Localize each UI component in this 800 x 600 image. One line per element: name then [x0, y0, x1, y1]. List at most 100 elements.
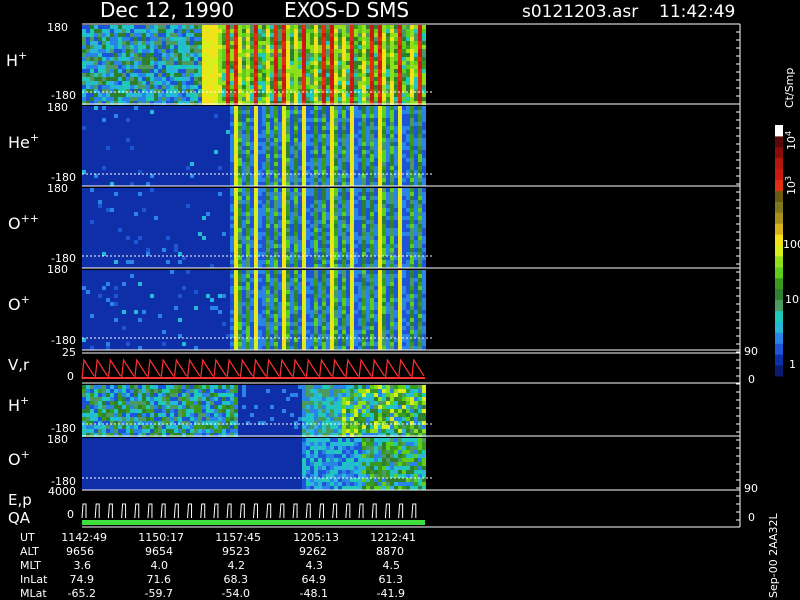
heatmap-cell: [150, 188, 154, 192]
heatmap-cell: [218, 212, 222, 216]
heatmap-cell: [238, 53, 242, 57]
heatmap-cell: [218, 69, 222, 73]
heatmap-cell: [150, 174, 154, 178]
heatmap-cell: [130, 73, 134, 77]
heatmap-cell: [206, 174, 210, 178]
heatmap-cell: [266, 174, 270, 178]
heatmap-cell: [150, 182, 154, 186]
heatmap-cell: [374, 174, 378, 178]
heatmap-cell: [106, 240, 110, 244]
heatmap-cell: [354, 134, 358, 138]
heatmap-cell: [134, 53, 138, 57]
heatmap-cell: [334, 25, 338, 29]
heatmap-cell: [182, 162, 186, 166]
heatmap-cell: [218, 204, 222, 208]
heatmap-cell: [118, 122, 122, 126]
heatmap-cell: [214, 61, 218, 65]
heatmap-cell: [150, 154, 154, 158]
heatmap-cell: [326, 146, 330, 150]
heatmap-cell: [110, 49, 114, 53]
heatmap-cell: [134, 256, 138, 260]
heatmap-cell: [298, 228, 302, 232]
heatmap-cell: [346, 57, 350, 61]
heatmap-cell: [206, 224, 210, 228]
heatmap-cell: [382, 65, 386, 69]
heatmap-cell: [326, 25, 330, 29]
heatmap-cell: [158, 29, 162, 33]
heatmap-cell: [110, 166, 114, 170]
heatmap-cell: [274, 138, 278, 142]
heatmap-cell: [174, 25, 178, 29]
heatmap-cell: [110, 158, 114, 162]
heatmap-cell: [410, 57, 414, 61]
heatmap-cell: [322, 256, 326, 260]
heatmap-cell: [242, 204, 246, 208]
heatmap-cell: [286, 110, 290, 114]
heatmap-cell: [118, 216, 122, 220]
heatmap-cell: [370, 93, 374, 97]
heatmap-cell: [222, 216, 226, 220]
heatmap-cell: [354, 81, 358, 85]
heatmap-cell: [214, 97, 218, 101]
heatmap-cell: [334, 154, 338, 158]
heatmap-cell: [238, 61, 242, 65]
heatmap-cell: [374, 228, 378, 232]
heatmap-cell: [318, 212, 322, 216]
heatmap-cell: [390, 93, 394, 97]
heatmap-cell: [254, 196, 258, 200]
heatmap-cell: [114, 49, 118, 53]
heatmap-cell: [182, 224, 186, 228]
heatmap-cell: [262, 25, 266, 29]
heatmap-cell: [302, 244, 306, 248]
heatmap-cell: [366, 204, 370, 208]
heatmap-cell: [210, 158, 214, 162]
heatmap-cell: [266, 110, 270, 114]
heatmap-cell: [218, 236, 222, 240]
heatmap-cell: [302, 192, 306, 196]
heatmap-cell: [202, 260, 206, 264]
heatmap-cell: [186, 81, 190, 85]
heatmap-cell: [374, 126, 378, 130]
heatmap-cell: [278, 240, 282, 244]
heatmap-cell: [362, 224, 366, 228]
heatmap-cell: [142, 208, 146, 212]
heatmap-cell: [294, 61, 298, 65]
heatmap-cell: [226, 142, 230, 146]
heatmap-cell: [190, 182, 194, 186]
heatmap-cell: [186, 41, 190, 45]
heatmap-cell: [346, 216, 350, 220]
heatmap-cell: [178, 73, 182, 77]
heatmap-cell: [194, 256, 198, 260]
heatmap-cell: [298, 142, 302, 146]
heatmap-cell: [122, 188, 126, 192]
heatmap-cell: [382, 154, 386, 158]
heatmap-cell: [318, 252, 322, 256]
heatmap-cell: [254, 29, 258, 33]
heatmap-cell: [202, 150, 206, 154]
heatmap-cell: [290, 93, 294, 97]
heatmap-cell: [366, 93, 370, 97]
heatmap-cell: [222, 69, 226, 73]
heatmap-cell: [98, 25, 102, 29]
heatmap-cell: [82, 192, 86, 196]
heatmap-cell: [190, 126, 194, 130]
heatmap-cell: [242, 77, 246, 81]
heatmap-cell: [382, 248, 386, 252]
heatmap-cell: [114, 150, 118, 154]
heatmap-cell: [242, 25, 246, 29]
heatmap-cell: [138, 192, 142, 196]
heatmap-cell: [342, 61, 346, 65]
heatmap-cell: [306, 65, 310, 69]
heatmap-cell: [378, 130, 382, 134]
heatmap-cell: [358, 212, 362, 216]
heatmap-cell: [126, 41, 130, 45]
heatmap-cell: [226, 264, 230, 268]
heatmap-cell: [374, 188, 378, 192]
heatmap-cell: [250, 130, 254, 134]
heatmap-cell: [214, 252, 218, 256]
heatmap-cell: [162, 224, 166, 228]
heatmap-cell: [122, 170, 126, 174]
heatmap-cell: [234, 73, 238, 77]
heatmap-cell: [226, 244, 230, 248]
heatmap-cell: [274, 65, 278, 69]
